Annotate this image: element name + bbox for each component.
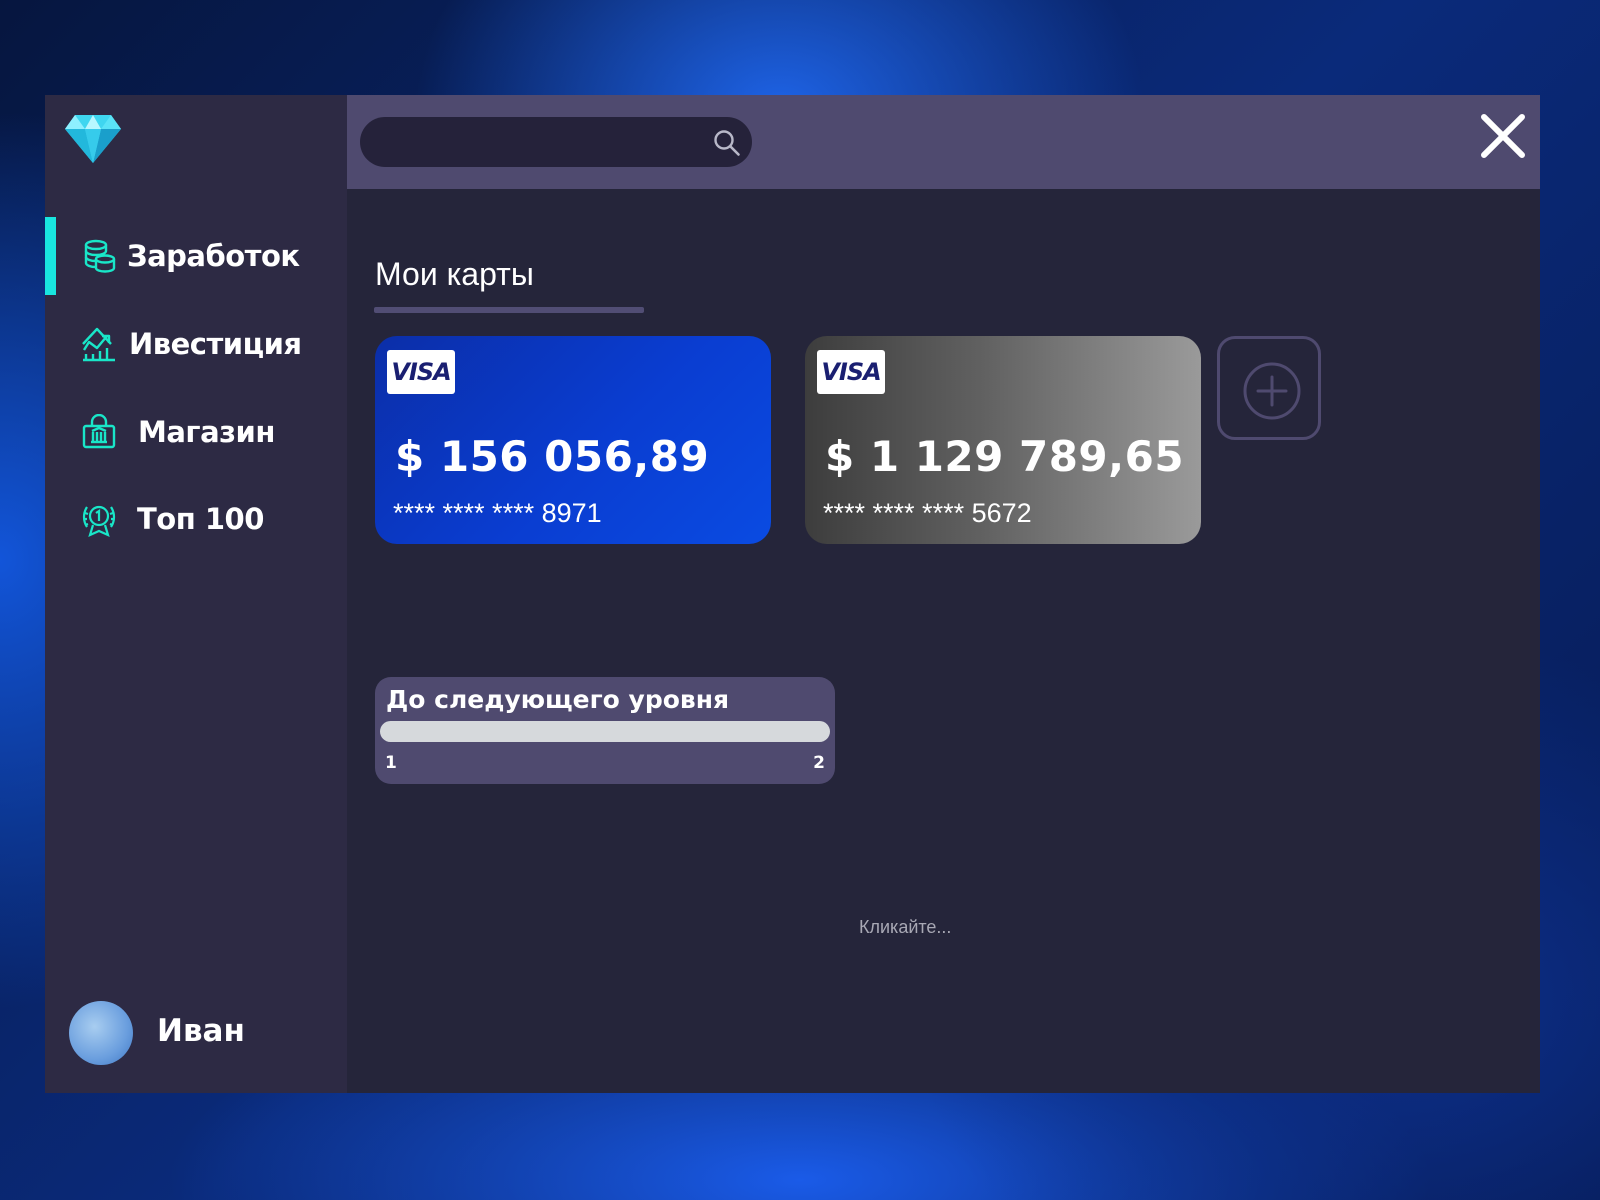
level-progress-panel: До следующего уровня 1 2 — [375, 677, 835, 784]
level-next: 2 — [813, 753, 825, 773]
sidebar-item-top100[interactable]: Топ 100 — [45, 480, 347, 558]
sidebar-item-shop[interactable]: Магазин — [45, 393, 347, 471]
search-input[interactable] — [380, 125, 704, 161]
sidebar-item-investment[interactable]: Ивестиция — [45, 305, 347, 383]
coins-icon — [84, 239, 116, 273]
laurel-medal-icon — [82, 505, 116, 537]
sidebar-item-label: Ивестиция — [129, 327, 302, 361]
search-icon[interactable] — [712, 128, 742, 158]
user-profile[interactable]: Иван — [69, 1001, 329, 1065]
level-label: До следующего уровня — [386, 685, 730, 714]
card-balance: $ 1 129 789,65 — [825, 432, 1185, 481]
main-content: Мои карты VISA $ 156 056,89 **** **** **… — [347, 189, 1540, 1093]
user-name: Иван — [157, 1013, 245, 1049]
page-title: Мои карты — [375, 256, 534, 292]
sidebar-item-label: Магазин — [138, 415, 275, 449]
top-bar — [347, 95, 1540, 189]
diamond-logo-icon — [65, 115, 121, 163]
visa-logo-icon: VISA — [817, 350, 885, 394]
app-window: Заработок Ивестиция Магазин Топ 100 Иван… — [45, 95, 1540, 1093]
plus-circle-icon — [1243, 362, 1301, 420]
level-current: 1 — [385, 753, 397, 773]
bank-card[interactable]: VISA $ 156 056,89 **** **** **** 8971 — [375, 336, 771, 544]
sidebar-item-earnings[interactable]: Заработок — [45, 217, 347, 295]
growth-chart-icon — [82, 327, 115, 362]
close-icon[interactable] — [1478, 111, 1528, 161]
card-number: **** **** **** 5672 — [823, 498, 1032, 528]
add-card-button[interactable] — [1217, 336, 1321, 440]
bank-card[interactable]: VISA $ 1 129 789,65 **** **** **** 5672 — [805, 336, 1201, 544]
sidebar-item-label: Заработок — [127, 239, 300, 273]
title-underline — [374, 307, 644, 313]
shopping-bag-icon — [82, 414, 116, 449]
avatar[interactable] — [69, 1001, 133, 1065]
sidebar: Заработок Ивестиция Магазин Топ 100 Иван — [45, 95, 347, 1093]
click-hint[interactable]: Кликайте... — [859, 917, 951, 938]
search-bar — [360, 117, 752, 167]
card-balance: $ 156 056,89 — [395, 432, 710, 481]
visa-logo-icon: VISA — [387, 350, 455, 394]
card-number: **** **** **** 8971 — [393, 498, 602, 528]
sidebar-item-label: Топ 100 — [137, 502, 264, 536]
level-progress-bar — [380, 721, 830, 742]
